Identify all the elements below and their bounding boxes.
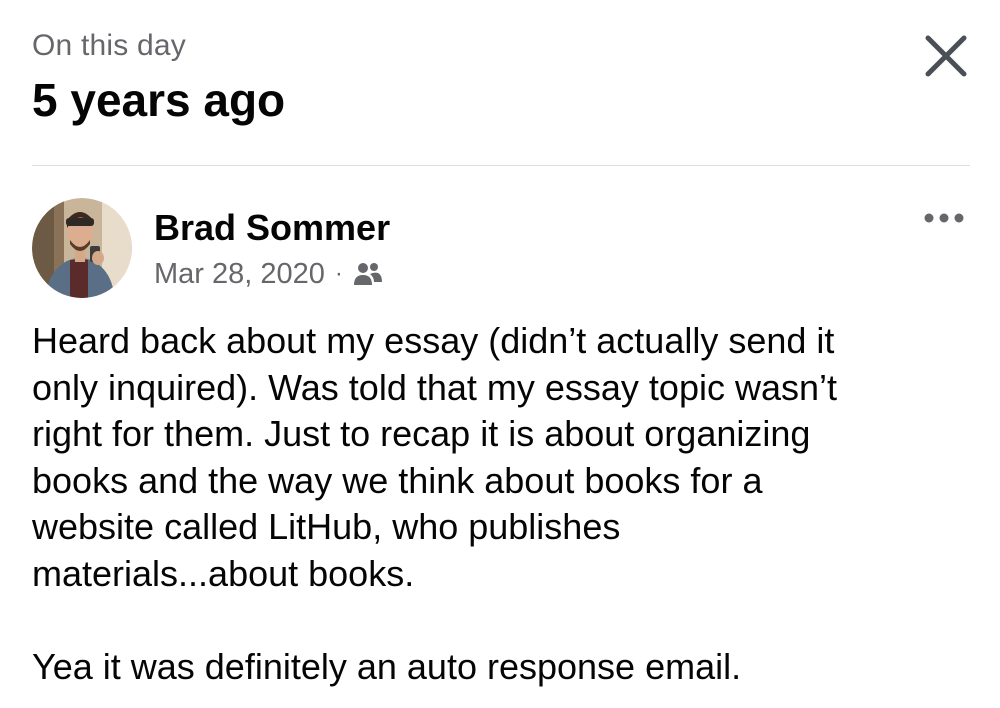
post-meta: Mar 28, 2020 ·	[154, 254, 383, 294]
author-name[interactable]: Brad Sommer	[154, 206, 390, 250]
post-paragraph: Yea it was definitely an auto response e…	[32, 646, 742, 687]
more-horizontal-icon	[924, 213, 964, 223]
close-icon	[925, 35, 967, 77]
header-divider	[32, 165, 970, 166]
memory-header: On this day 5 years ago	[32, 24, 970, 154]
close-button[interactable]	[922, 32, 970, 80]
avatar[interactable]	[32, 198, 132, 298]
post-date[interactable]: Mar 28, 2020	[154, 258, 325, 291]
avatar-image	[32, 198, 132, 298]
meta-separator: ·	[334, 260, 343, 287]
memory-kicker: On this day	[32, 29, 186, 62]
post-header: Brad Sommer Mar 28, 2020 ·	[32, 196, 970, 306]
friends-icon[interactable]	[353, 261, 383, 287]
more-options-button[interactable]	[922, 208, 966, 228]
post-paragraph: Heard back about my essay (didn’t actual…	[32, 320, 838, 594]
memory-title: 5 years ago	[32, 74, 286, 126]
